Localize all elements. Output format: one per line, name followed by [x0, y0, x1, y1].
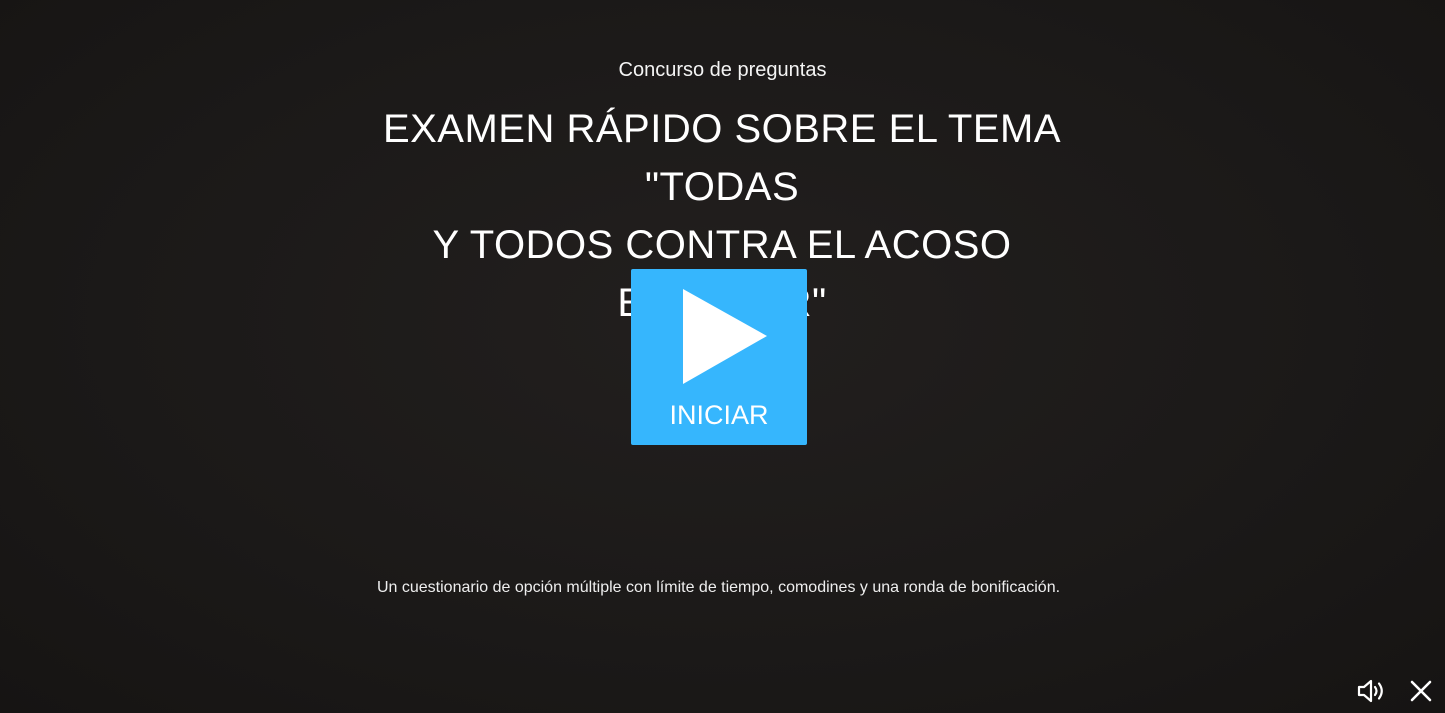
- close-icon: [1410, 680, 1432, 702]
- volume-icon: [1357, 679, 1383, 703]
- start-button[interactable]: INICIAR: [631, 269, 807, 445]
- start-button-label: INICIAR: [669, 400, 769, 430]
- close-button[interactable]: [1406, 676, 1436, 706]
- quiz-title-line-1: EXAMEN RÁPIDO SOBRE EL TEMA "TODAS: [382, 107, 1062, 209]
- quiz-kicker: Concurso de preguntas: [618, 59, 827, 81]
- play-icon: [683, 289, 767, 384]
- quiz-start-screen: Concurso de preguntas EXAMEN RÁPIDO SOBR…: [0, 0, 1445, 713]
- volume-button[interactable]: [1356, 676, 1386, 706]
- quiz-description: Un cuestionario de opción múltiple con l…: [376, 579, 1061, 596]
